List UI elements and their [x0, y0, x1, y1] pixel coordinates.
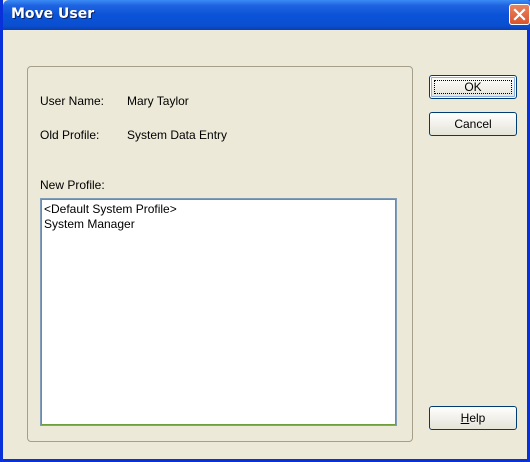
- old-profile-label: Old Profile:: [40, 128, 100, 142]
- new-profile-label: New Profile:: [40, 178, 105, 192]
- list-item[interactable]: <Default System Profile>: [41, 202, 396, 217]
- help-button-label: Help: [461, 407, 486, 429]
- move-user-dialog: Move User User Name: Mary Taylor Old Pro…: [0, 0, 530, 462]
- user-name-value: Mary Taylor: [127, 94, 189, 108]
- title-bar[interactable]: Move User: [3, 0, 530, 30]
- cancel-button-label: Cancel: [454, 117, 492, 131]
- new-profile-listbox[interactable]: <Default System Profile> System Manager: [40, 198, 397, 426]
- help-button[interactable]: Help: [429, 406, 517, 430]
- ok-button[interactable]: OK: [429, 75, 517, 99]
- help-label-rest: elp: [469, 411, 486, 425]
- close-button[interactable]: [509, 4, 530, 25]
- close-icon: [513, 8, 526, 21]
- focus-rectangle: [434, 80, 512, 94]
- cancel-button[interactable]: Cancel: [429, 112, 517, 136]
- list-item[interactable]: System Manager: [41, 217, 396, 232]
- user-name-label: User Name:: [40, 94, 105, 108]
- window-title: Move User: [11, 6, 95, 22]
- old-profile-value: System Data Entry: [127, 128, 228, 142]
